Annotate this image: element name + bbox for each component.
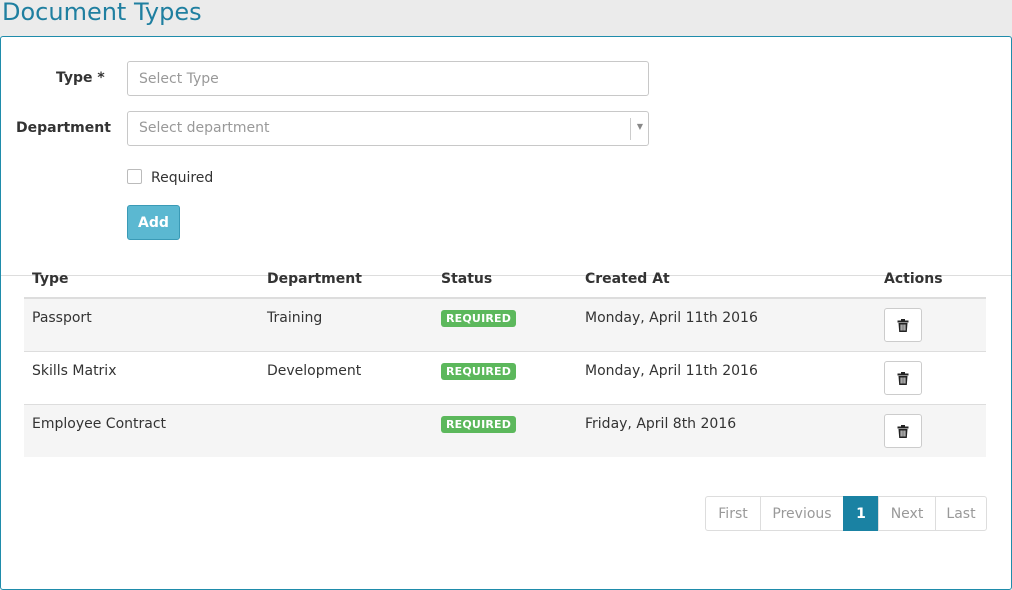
- cell-department: [259, 404, 433, 457]
- cell-department: Development: [259, 351, 433, 405]
- pagination-previous[interactable]: Previous: [760, 496, 844, 531]
- table-row: Skills Matrix Development REQUIRED Monda…: [24, 351, 986, 405]
- cell-department: Training: [259, 298, 433, 352]
- cell-created-at: Monday, April 11th 2016: [577, 351, 876, 405]
- cell-type: Passport: [24, 298, 259, 352]
- type-input[interactable]: [127, 61, 649, 96]
- pagination-last[interactable]: Last: [935, 496, 987, 531]
- trash-icon: [897, 318, 909, 332]
- cell-type: Employee Contract: [24, 404, 259, 457]
- table-row: Employee Contract REQUIRED Friday, April…: [24, 404, 986, 457]
- delete-button[interactable]: [884, 308, 922, 342]
- select-separator: [630, 118, 631, 140]
- required-checkbox[interactable]: [127, 169, 142, 184]
- column-header-type[interactable]: Type: [24, 262, 259, 299]
- column-header-created-at[interactable]: Created At: [577, 262, 876, 299]
- cell-actions: [876, 404, 986, 457]
- document-types-table: Type Department Status Created At Action…: [24, 262, 986, 457]
- column-header-actions: Actions: [876, 262, 986, 299]
- add-button[interactable]: Add: [127, 205, 180, 240]
- department-select[interactable]: Select department ▼: [127, 111, 649, 146]
- type-label-text: Type: [56, 70, 93, 86]
- trash-icon: [897, 424, 909, 438]
- column-header-status[interactable]: Status: [433, 262, 577, 299]
- cell-created-at: Friday, April 8th 2016: [577, 404, 876, 457]
- cell-created-at: Monday, April 11th 2016: [577, 298, 876, 352]
- status-badge: REQUIRED: [441, 310, 517, 327]
- cell-type: Skills Matrix: [24, 351, 259, 405]
- cell-status: REQUIRED: [433, 404, 577, 457]
- delete-button[interactable]: [884, 361, 922, 395]
- column-header-department[interactable]: Department: [259, 262, 433, 299]
- table-header-row: Type Department Status Created At Action…: [24, 262, 986, 299]
- chevron-down-icon: ▼: [636, 122, 643, 131]
- department-label: Department: [16, 120, 111, 136]
- status-badge: REQUIRED: [441, 416, 517, 433]
- pagination-first[interactable]: First: [705, 496, 761, 531]
- department-select-placeholder: Select department: [139, 120, 270, 136]
- cell-status: REQUIRED: [433, 298, 577, 352]
- type-label: Type *: [56, 70, 105, 86]
- table-row: Passport Training REQUIRED Monday, April…: [24, 298, 986, 352]
- cell-status: REQUIRED: [433, 351, 577, 405]
- delete-button[interactable]: [884, 414, 922, 448]
- pagination-page-1[interactable]: 1: [843, 496, 879, 531]
- pagination: First Previous 1 Next Last: [705, 496, 987, 531]
- trash-icon: [897, 371, 909, 385]
- cell-actions: [876, 298, 986, 352]
- cell-actions: [876, 351, 986, 405]
- pagination-next[interactable]: Next: [878, 496, 936, 531]
- required-checkbox-label[interactable]: Required: [151, 170, 213, 186]
- page-title: Document Types: [2, 0, 202, 26]
- status-badge: REQUIRED: [441, 363, 517, 380]
- required-mark: *: [97, 70, 105, 86]
